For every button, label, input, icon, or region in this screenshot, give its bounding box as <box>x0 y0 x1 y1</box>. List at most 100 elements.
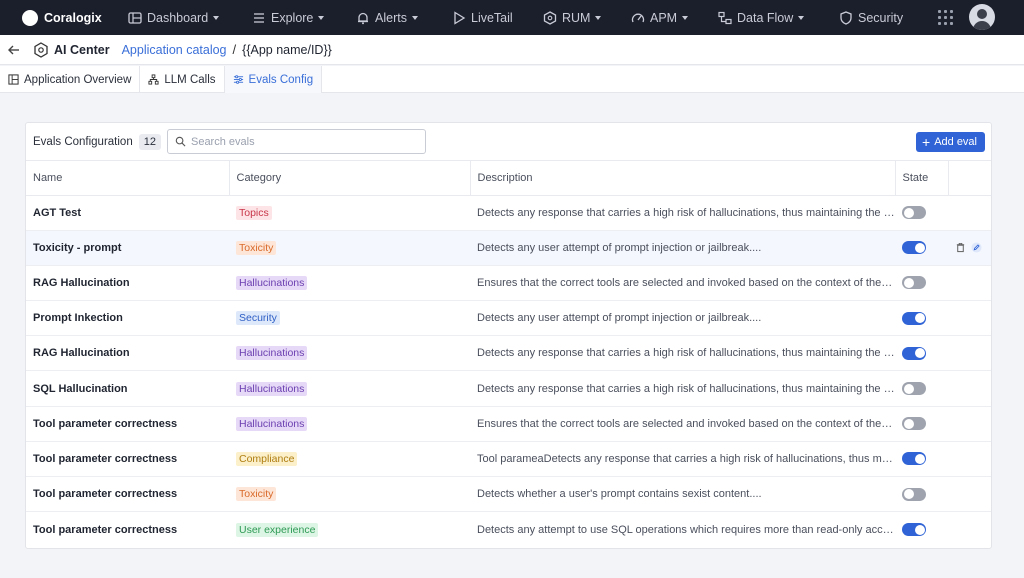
category-badge: Compliance <box>236 451 298 466</box>
category-badge: Hallucinations <box>236 381 308 396</box>
state-toggle[interactable] <box>902 382 926 396</box>
chevron-down-icon <box>798 15 805 20</box>
evals-toolbar: Evals Configuration 12 + Add eval <box>26 123 991 161</box>
brand-name: Coralogix <box>44 10 102 25</box>
evals-title: Evals Configuration <box>33 135 133 148</box>
eval-description: Detects any user attempt of prompt injec… <box>470 230 895 266</box>
table-row[interactable]: SQL Hallucination Hallucinations Detects a… <box>26 370 991 407</box>
search-box[interactable] <box>166 129 426 154</box>
nav-explore-label: Explore <box>271 10 314 25</box>
nav-dashboard[interactable]: Dashboard <box>128 0 220 35</box>
state-toggle[interactable] <box>902 276 926 290</box>
edit-pencil-icon[interactable] <box>971 242 982 253</box>
evals-count-badge: 12 <box>138 133 161 150</box>
eval-name: Tool parameter correctness <box>26 441 229 478</box>
state-toggle[interactable] <box>902 346 926 360</box>
nav-explore[interactable]: Explore <box>252 0 325 35</box>
eval-description: Detects any response that carries a high… <box>470 335 895 372</box>
eval-name: AGT Test <box>26 195 229 231</box>
shield-icon <box>839 10 853 25</box>
add-eval-label: Add eval <box>934 136 977 148</box>
table-row[interactable]: Toxicity - prompt Toxicity Detects any use… <box>26 230 991 266</box>
nav-alerts[interactable]: Alerts <box>356 0 418 35</box>
eval-category-cell: User experience <box>229 512 470 547</box>
back-arrow-icon[interactable] <box>6 42 22 58</box>
app-grid-icon[interactable] <box>938 10 953 25</box>
table-row[interactable]: AGT Test Topics Detects any response that … <box>26 195 991 231</box>
table-row[interactable]: Tool parameter correctness Compliance Tool… <box>26 441 991 478</box>
nav-livetail-label: LiveTail <box>471 10 513 25</box>
breadcrumb-application-catalog-link[interactable]: Application catalog <box>122 43 227 57</box>
plus-icon: + <box>922 134 931 150</box>
tab-llm-calls-label: LLM Calls <box>164 73 216 86</box>
nav-livetail[interactable]: LiveTail <box>452 0 513 35</box>
eval-description: Ensures that the correct tools are selec… <box>470 406 895 442</box>
eval-state-cell <box>895 512 948 547</box>
state-toggle[interactable] <box>902 523 926 537</box>
nav-rum-label: RUM <box>562 10 591 25</box>
eval-actions-cell <box>948 230 991 266</box>
eval-name: Prompt Inkection <box>26 300 229 337</box>
eval-category-cell: Toxicity <box>229 476 470 513</box>
chevron-down-icon <box>411 15 418 20</box>
table-row[interactable]: Prompt Inkection Security Detects any user… <box>26 300 991 337</box>
eval-actions-cell <box>948 335 991 372</box>
column-header-name[interactable]: Name <box>26 161 230 196</box>
eval-name: RAG Hallucination <box>26 335 229 372</box>
eval-actions-cell <box>948 370 991 407</box>
state-toggle[interactable] <box>902 206 926 220</box>
column-header-actions <box>948 161 991 196</box>
state-toggle[interactable] <box>902 417 926 431</box>
state-toggle[interactable] <box>902 487 926 501</box>
data-flow-icon <box>718 11 732 25</box>
nav-rum[interactable]: RUM <box>543 0 602 35</box>
state-toggle[interactable] <box>902 241 926 255</box>
table-row[interactable]: Tool parameter correctness Toxicity Detect… <box>26 476 991 513</box>
nav-data-flow[interactable]: Data Flow <box>718 0 805 35</box>
tab-evals-config[interactable]: Evals Config <box>224 66 323 93</box>
eval-category-cell: Security <box>229 300 470 337</box>
state-toggle[interactable] <box>902 311 926 325</box>
eval-state-cell <box>895 441 948 478</box>
dashboard-icon <box>128 11 142 25</box>
eval-state-cell <box>895 370 948 407</box>
nav-security-label: Security <box>858 10 904 25</box>
bell-icon <box>356 11 370 25</box>
eval-description: Tool parameaDetects any response that ca… <box>470 441 895 478</box>
sliders-icon <box>233 75 243 84</box>
chevron-down-icon <box>595 15 602 20</box>
eval-state-cell <box>895 265 948 302</box>
category-badge: Hallucinations <box>236 275 308 290</box>
top-navigation: Coralogix Dashboard Explore Alerts LiveT… <box>0 0 1024 35</box>
eval-name: Tool parameter correctness <box>33 523 178 536</box>
tab-application-overview[interactable]: Application Overview <box>0 66 141 93</box>
chevron-down-icon <box>682 15 689 20</box>
trash-icon[interactable] <box>955 242 966 253</box>
gauge-icon <box>631 11 645 25</box>
state-toggle[interactable] <box>902 452 926 466</box>
eval-state-cell <box>895 406 948 442</box>
column-header-category[interactable]: Category <box>229 161 471 196</box>
table-row[interactable]: RAG Hallucination Hallucinations Ensures t… <box>26 265 991 302</box>
table-row[interactable]: RAG Hallucination Hallucinations Detects a… <box>26 335 991 372</box>
eval-state-cell <box>895 300 948 337</box>
category-badge: Toxicity <box>236 487 277 502</box>
chevron-down-icon <box>213 15 220 20</box>
nav-security[interactable]: Security <box>839 0 903 35</box>
ai-center-icon <box>34 41 48 58</box>
breadcrumb-current: {{App name/ID}} <box>242 42 332 57</box>
search-input[interactable] <box>190 135 411 148</box>
column-header-description[interactable]: Description <box>470 161 896 196</box>
nav-apm[interactable]: APM <box>631 0 689 35</box>
add-eval-button[interactable]: + Add eval <box>916 132 985 152</box>
breadcrumb-section: AI Center <box>54 42 110 57</box>
column-header-state[interactable]: State <box>895 161 949 196</box>
brand-logo[interactable]: Coralogix <box>22 9 122 26</box>
nav-apm-label: APM <box>650 10 678 25</box>
user-avatar[interactable] <box>969 4 995 30</box>
eval-description: Detects any attempt to use SQL operation… <box>477 523 895 536</box>
tab-llm-calls[interactable]: LLM Calls <box>140 66 225 93</box>
explore-icon <box>252 11 266 25</box>
table-row[interactable]: Tool parameter correctness User experienc… <box>26 512 991 547</box>
table-row[interactable]: Tool parameter correctness Hallucinations… <box>26 406 991 442</box>
